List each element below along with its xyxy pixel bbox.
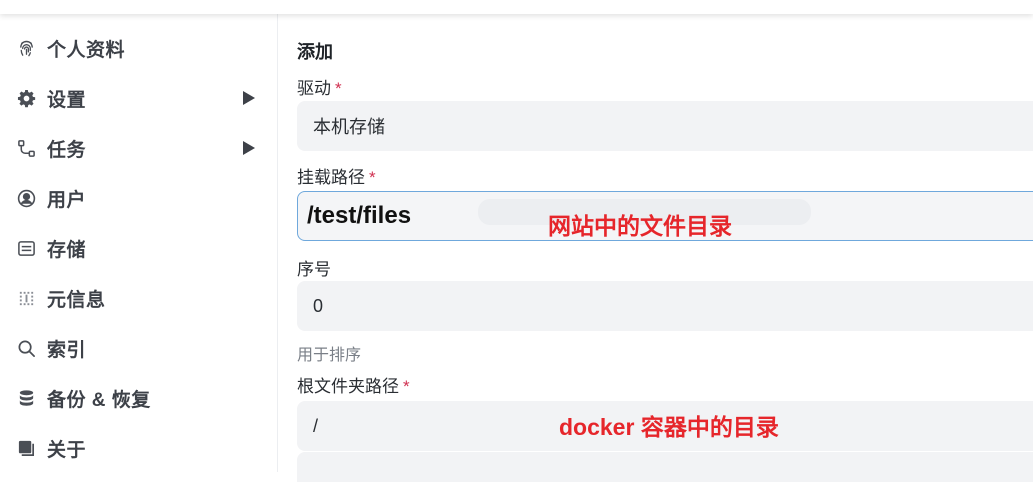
next-field-input[interactable] bbox=[297, 452, 1033, 482]
mount-path-annotation: 网站中的文件目录 bbox=[548, 213, 732, 239]
root-folder-annotation: docker 容器中的目录 bbox=[559, 414, 779, 440]
required-mark: * bbox=[335, 79, 342, 98]
sidebar-item-label: 任务 bbox=[47, 139, 87, 161]
form-title: 添加 bbox=[297, 42, 333, 62]
sidebar: 个人资料 设置 任务 用户 存储 元信息 索引 备份 & 恢复 关于 bbox=[0, 14, 278, 472]
sidebar-item-profile[interactable]: 个人资料 bbox=[0, 28, 277, 68]
root-folder-label: 根文件夹路径 * bbox=[297, 377, 410, 396]
fingerprint-icon bbox=[16, 38, 36, 58]
sidebar-item-label: 个人资料 bbox=[47, 39, 126, 61]
required-mark: * bbox=[403, 377, 410, 396]
sidebar-item-label: 设置 bbox=[47, 89, 87, 111]
sidebar-item-label: 备份 & 恢复 bbox=[47, 389, 151, 411]
caret-right-icon bbox=[243, 91, 255, 105]
flow-icon bbox=[16, 138, 36, 158]
order-label: 序号 bbox=[297, 260, 331, 279]
info-square-icon bbox=[16, 438, 36, 458]
sidebar-item-backup[interactable]: 备份 & 恢复 bbox=[0, 378, 277, 418]
gear-icon bbox=[16, 88, 36, 108]
driver-label: 驱动 * bbox=[297, 79, 342, 98]
sidebar-item-label: 关于 bbox=[47, 439, 87, 461]
sidebar-item-storage[interactable]: 存储 bbox=[0, 228, 277, 268]
sidebar-item-users[interactable]: 用户 bbox=[0, 178, 277, 218]
sidebar-item-label: 存储 bbox=[47, 239, 87, 261]
order-input[interactable]: 0 bbox=[297, 281, 1033, 331]
database-icon bbox=[16, 388, 36, 408]
order-hint: 用于排序 bbox=[297, 347, 362, 364]
caret-right-icon bbox=[243, 141, 255, 155]
meta-grid-icon bbox=[16, 288, 36, 308]
sidebar-item-meta[interactable]: 元信息 bbox=[0, 278, 277, 318]
top-bar bbox=[0, 0, 1033, 14]
storage-icon bbox=[16, 238, 36, 258]
required-mark: * bbox=[369, 168, 376, 187]
sidebar-item-tasks[interactable]: 任务 bbox=[0, 128, 277, 168]
sidebar-item-index[interactable]: 索引 bbox=[0, 328, 277, 368]
sidebar-item-about[interactable]: 关于 bbox=[0, 428, 277, 468]
sidebar-item-label: 用户 bbox=[47, 189, 87, 211]
driver-select-value: 本机存储 bbox=[313, 117, 385, 137]
driver-select[interactable]: 本机存储 bbox=[297, 101, 1033, 151]
sidebar-item-label: 索引 bbox=[47, 339, 87, 361]
sidebar-item-settings[interactable]: 设置 bbox=[0, 78, 277, 118]
order-value: 0 bbox=[313, 295, 324, 316]
search-icon bbox=[16, 338, 36, 358]
sidebar-item-label: 元信息 bbox=[47, 289, 106, 311]
add-storage-form: 添加 驱动 * 本机存储 挂载路径 * /test/files 网站中的文件目录 序… bbox=[278, 14, 1033, 482]
mount-path-value: /test/files bbox=[307, 202, 412, 229]
user-circle-icon bbox=[16, 188, 36, 208]
mount-path-label: 挂载路径 * bbox=[297, 168, 376, 187]
root-folder-value: / bbox=[313, 415, 319, 436]
